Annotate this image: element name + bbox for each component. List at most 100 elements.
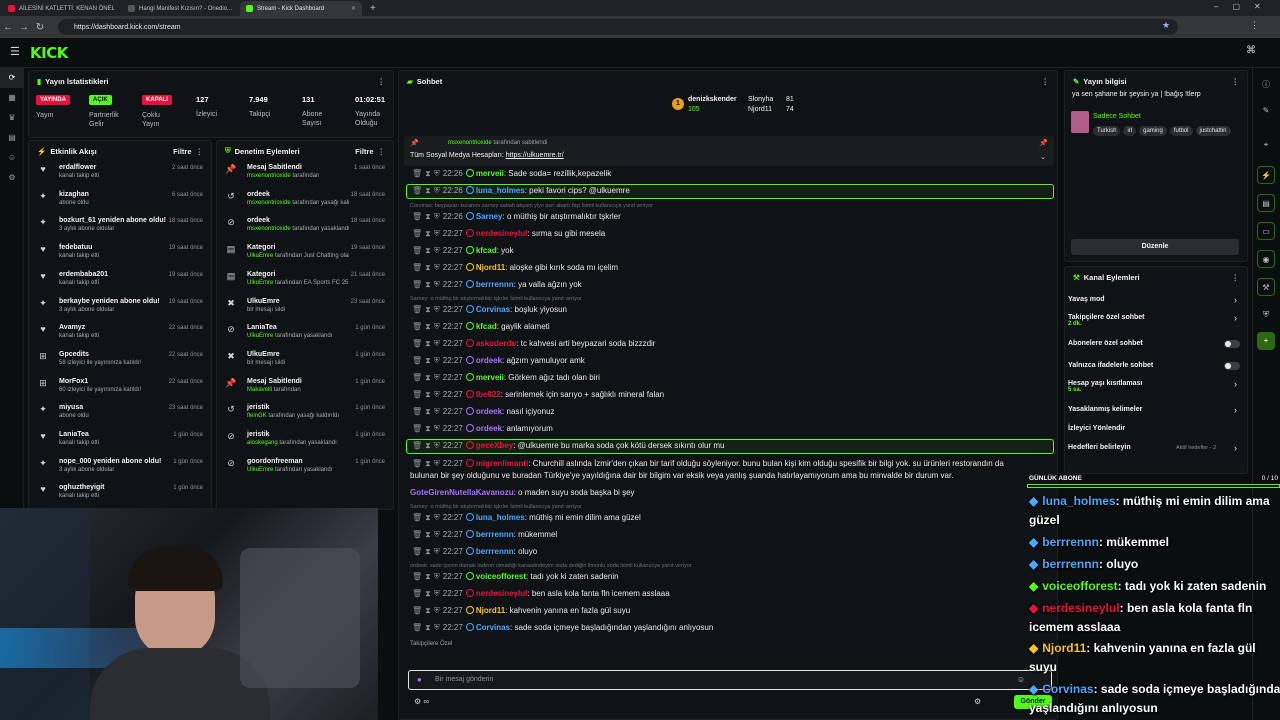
ban-user-icon[interactable]: ⛨: [434, 530, 440, 539]
timeout-icon[interactable]: ⧗: [425, 424, 431, 433]
message-username[interactable]: ordeek: [476, 407, 502, 416]
timeout-icon[interactable]: ⧗: [425, 229, 431, 238]
pinned-link[interactable]: https://ulkuemre.tr/: [506, 152, 564, 159]
message-username[interactable]: migrenlimanti: [476, 459, 528, 468]
timeout-icon[interactable]: ⧗: [425, 390, 431, 399]
ban-user-icon[interactable]: ⛨: [434, 186, 440, 195]
hamburger-menu-icon[interactable]: ☰: [10, 45, 20, 58]
timeout-icon[interactable]: ⧗: [425, 407, 431, 416]
chat-message[interactable]: 🗑 ⧗ ⛨ 22:26 merveii: Sade soda= rezillik,kep…: [412, 169, 611, 179]
browser-menu-icon[interactable]: ⋮: [1250, 20, 1259, 31]
activity-item[interactable]: ♥ erdembaba201 kanalı takip etti 19 saat…: [29, 268, 211, 294]
activity-item[interactable]: ♥ erdalflower kanalı takip etti 2 saat ö…: [29, 161, 211, 187]
message-username[interactable]: nerdesineylul: [476, 229, 528, 238]
message-username[interactable]: voiceofforest: [476, 572, 526, 581]
ban-user-icon[interactable]: ⛨: [434, 229, 440, 238]
ban-user-icon[interactable]: ⛨: [434, 547, 440, 556]
message-username[interactable]: Njord11: [476, 263, 505, 272]
message-username[interactable]: kfcad: [476, 322, 497, 331]
trophy-nav-icon[interactable]: ♛: [0, 108, 24, 128]
chat-message[interactable]: 🗑 ⧗ ⛨ 22:27 lbe022: serinlemek için sarıyo +…: [412, 390, 664, 400]
timeout-icon[interactable]: ⧗: [425, 373, 431, 382]
timeout-icon[interactable]: ⧗: [425, 339, 431, 348]
gear-icon[interactable]: ⚙: [974, 697, 981, 706]
community-nav-icon[interactable]: ☺: [0, 148, 24, 168]
activity-item[interactable]: ✦ kizaghan abone oldu 6 saat önce: [29, 188, 211, 214]
wrench-icon[interactable]: ⚒: [1257, 278, 1275, 296]
ban-user-icon[interactable]: ⛨: [434, 373, 440, 382]
message-username[interactable]: GoteGirenNutellaKavanozu: [410, 488, 514, 497]
moderation-item[interactable]: ✖ UlkuEmre bir mesajı sildi 23 saat önce: [217, 295, 393, 321]
channel-action-item[interactable]: Yasaklanmış kelimeler: [1068, 406, 1142, 413]
delete-message-icon[interactable]: 🗑: [412, 459, 422, 468]
chevron-right-icon[interactable]: ›: [1234, 313, 1237, 323]
timeout-icon[interactable]: ⧗: [425, 623, 431, 632]
timeout-icon[interactable]: ⧗: [425, 441, 431, 450]
delete-message-icon[interactable]: 🗑: [412, 280, 422, 289]
ban-user-icon[interactable]: ⛨: [434, 606, 440, 615]
pinned-message[interactable]: 📌 msxenontrioxide tarafından sabitlendi …: [404, 136, 1054, 166]
broadcast-icon[interactable]: ◉: [1257, 250, 1275, 268]
ban-user-icon[interactable]: ⛨: [434, 390, 440, 399]
unpin-icon[interactable]: 📌: [1039, 139, 1048, 147]
moderation-item[interactable]: ⊘ jeristik aloskegang tarafından yasakla…: [217, 428, 393, 454]
chat-message[interactable]: 🗑 ⧗ ⛨ 22:27 luna_holmes: müthiş mi emin dili…: [412, 513, 641, 523]
message-username[interactable]: Sarney: [476, 212, 503, 221]
timeout-icon[interactable]: ⧗: [425, 280, 431, 289]
chat-settings-icon[interactable]: ⚙ ∞: [414, 697, 429, 706]
chat-message[interactable]: GoteGirenNutellaKavanozu: o maden suyu s…: [410, 488, 635, 497]
delete-message-icon[interactable]: 🗑: [412, 390, 422, 399]
delete-message-icon[interactable]: 🗑: [412, 246, 422, 255]
timeout-icon[interactable]: ⧗: [425, 547, 431, 556]
activity-item[interactable]: ⊞ Gpcedits 58 izleyici ile yayınınıza ka…: [29, 348, 211, 374]
delete-message-icon[interactable]: 🗑: [412, 263, 422, 272]
video-nav-icon[interactable]: ▦: [0, 88, 24, 108]
chat-message[interactable]: 🗑 ⧗ ⛨ 22:27 ordeek: anlamıyorum: [412, 424, 553, 434]
moderation-item[interactable]: ▤ Kategori UlkuEmre tarafından Just Chat…: [217, 241, 393, 267]
message-username[interactable]: nerdesineylul: [476, 589, 528, 598]
chat-message[interactable]: 🗑 ⧗ ⛨ 22:27 nerdesineylul: ben asla kola fan…: [412, 589, 670, 599]
channel-action-item[interactable]: Hedefleri belirleyin: [1068, 444, 1131, 451]
collapse-pin-icon[interactable]: ⌄: [1040, 153, 1046, 161]
browser-tab-active[interactable]: Stream - Kick Dashboard ✕: [240, 1, 362, 16]
chat-message[interactable]: 🗑 ⧗ ⛨ 22:27 merveii: Görkem ağız tadı olan b…: [412, 373, 600, 383]
chevron-right-icon[interactable]: ›: [1234, 443, 1237, 453]
activity-item[interactable]: ♥ LaniaTea kanalı takip etti 1 gün önce: [29, 428, 211, 454]
channel-action-item[interactable]: Takipçilere özel sohbet 2 dk.: [1068, 314, 1145, 327]
chevron-right-icon[interactable]: ›: [1234, 405, 1237, 415]
close-tab-icon[interactable]: ✕: [351, 5, 356, 12]
channel-action-item[interactable]: Yalnızca ifadelerle sohbet: [1068, 362, 1153, 369]
ban-user-icon[interactable]: ⛨: [434, 263, 440, 272]
delete-message-icon[interactable]: 🗑: [412, 169, 422, 178]
message-username[interactable]: luna_holmes: [476, 186, 525, 195]
edit-icon[interactable]: ✎: [1257, 102, 1275, 120]
timeout-icon[interactable]: ⧗: [425, 263, 431, 272]
ban-user-icon[interactable]: ⛨: [434, 246, 440, 255]
timeout-icon[interactable]: ⧗: [425, 606, 431, 615]
delete-message-icon[interactable]: 🗑: [412, 606, 422, 615]
message-username[interactable]: askoderdo: [476, 339, 516, 348]
chat-bubble-icon[interactable]: ▭: [1257, 222, 1275, 240]
chat-message[interactable]: 🗑 ⧗ ⛨ 22:27 berrrennn: mükemmel: [412, 530, 557, 540]
delete-message-icon[interactable]: 🗑: [412, 322, 422, 331]
timeout-icon[interactable]: ⧗: [425, 169, 431, 178]
timeout-icon[interactable]: ⧗: [425, 246, 431, 255]
chat-message[interactable]: 🗑 ⧗ ⛨ 22:27 berrrennn: oluyo: [412, 547, 537, 557]
timeout-icon[interactable]: ⧗: [425, 322, 431, 331]
message-username[interactable]: lbe022: [476, 390, 501, 399]
kick-logo[interactable]: KICK: [30, 44, 68, 62]
message-username[interactable]: Njord11: [476, 606, 505, 615]
chevron-right-icon[interactable]: ›: [1234, 295, 1237, 305]
chat-message[interactable]: 🗑 ⧗ ⛨ 22:27 Corvinas: sade soda içmeye başla…: [412, 623, 713, 633]
crosshair-icon[interactable]: ⌖: [1257, 136, 1275, 154]
channel-action-item[interactable]: Abonelere özel sohbet: [1068, 340, 1143, 347]
timeout-icon[interactable]: ⧗: [425, 212, 431, 221]
timeout-icon[interactable]: ⧗: [425, 513, 431, 522]
kick-small-logo-icon[interactable]: ⌘: [1246, 45, 1256, 56]
chat-message[interactable]: 🗑 ⧗ ⛨ 22:27 Njord11: aloşke gibi kırık soda …: [412, 263, 618, 273]
ban-user-icon[interactable]: ⛨: [434, 169, 440, 178]
back-icon[interactable]: ←: [0, 22, 16, 33]
browser-tab[interactable]: Hangi Manifest Kızısın? - Onedio...: [122, 1, 238, 16]
moderation-filter-button[interactable]: Filtre: [355, 147, 373, 156]
lightning-icon[interactable]: ⚡: [1257, 166, 1275, 184]
